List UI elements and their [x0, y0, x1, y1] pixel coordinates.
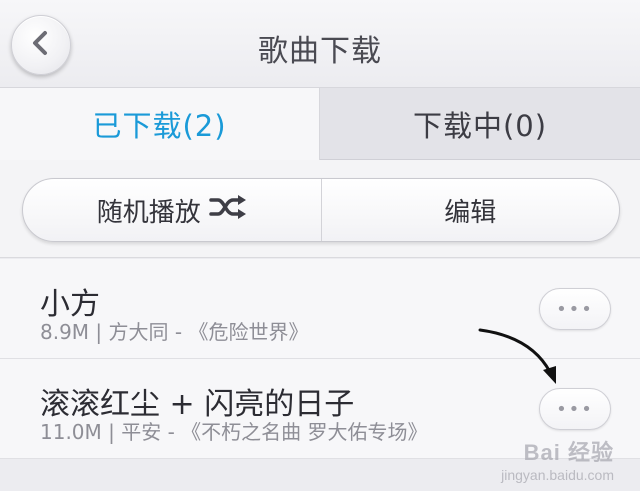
ellipsis-icon: •••: [556, 298, 594, 320]
more-options-button[interactable]: •••: [539, 388, 611, 430]
shuffle-play-label: 随机播放: [96, 197, 201, 228]
header-bar: 歌曲下载: [0, 0, 640, 88]
tab-downloading[interactable]: 下载中(0): [320, 88, 640, 160]
song-list: 小方 8.9M | 方大同 - 《危险世界》 ••• 滚滚红尘 + 闪亮的日子 …: [0, 259, 640, 459]
shuffle-icon: [209, 194, 247, 227]
watermark-url: jingyan.baidu.com: [501, 467, 614, 483]
list-item[interactable]: 小方 8.9M | 方大同 - 《危险世界》 •••: [0, 259, 640, 359]
edit-button[interactable]: 编辑: [320, 179, 620, 241]
page-title: 歌曲下载: [258, 34, 382, 69]
action-button-group: 随机播放 编辑: [22, 178, 620, 242]
shuffle-play-button[interactable]: 随机播放: [23, 179, 321, 241]
ellipsis-icon: •••: [556, 398, 594, 420]
watermark: Bai 经验 jingyan.baidu.com: [501, 435, 614, 483]
edit-label: 编辑: [444, 197, 497, 228]
tab-downloaded[interactable]: 已下载(2): [0, 88, 320, 160]
more-options-button[interactable]: •••: [539, 288, 611, 330]
song-meta: 8.9M | 方大同 - 《危险世界》: [40, 320, 309, 344]
watermark-brand: Bai 经验: [523, 440, 614, 465]
song-meta: 11.0M | 平安 - 《不朽之名曲 罗大佑专场》: [40, 420, 428, 444]
app-screen: 歌曲下载 已下载(2) 下载中(0) 随机播放 编辑 小方 8.9M | 方大同…: [0, 0, 640, 491]
actions-area: 随机播放 编辑: [0, 160, 640, 258]
tab-bar: 已下载(2) 下载中(0): [0, 88, 640, 160]
